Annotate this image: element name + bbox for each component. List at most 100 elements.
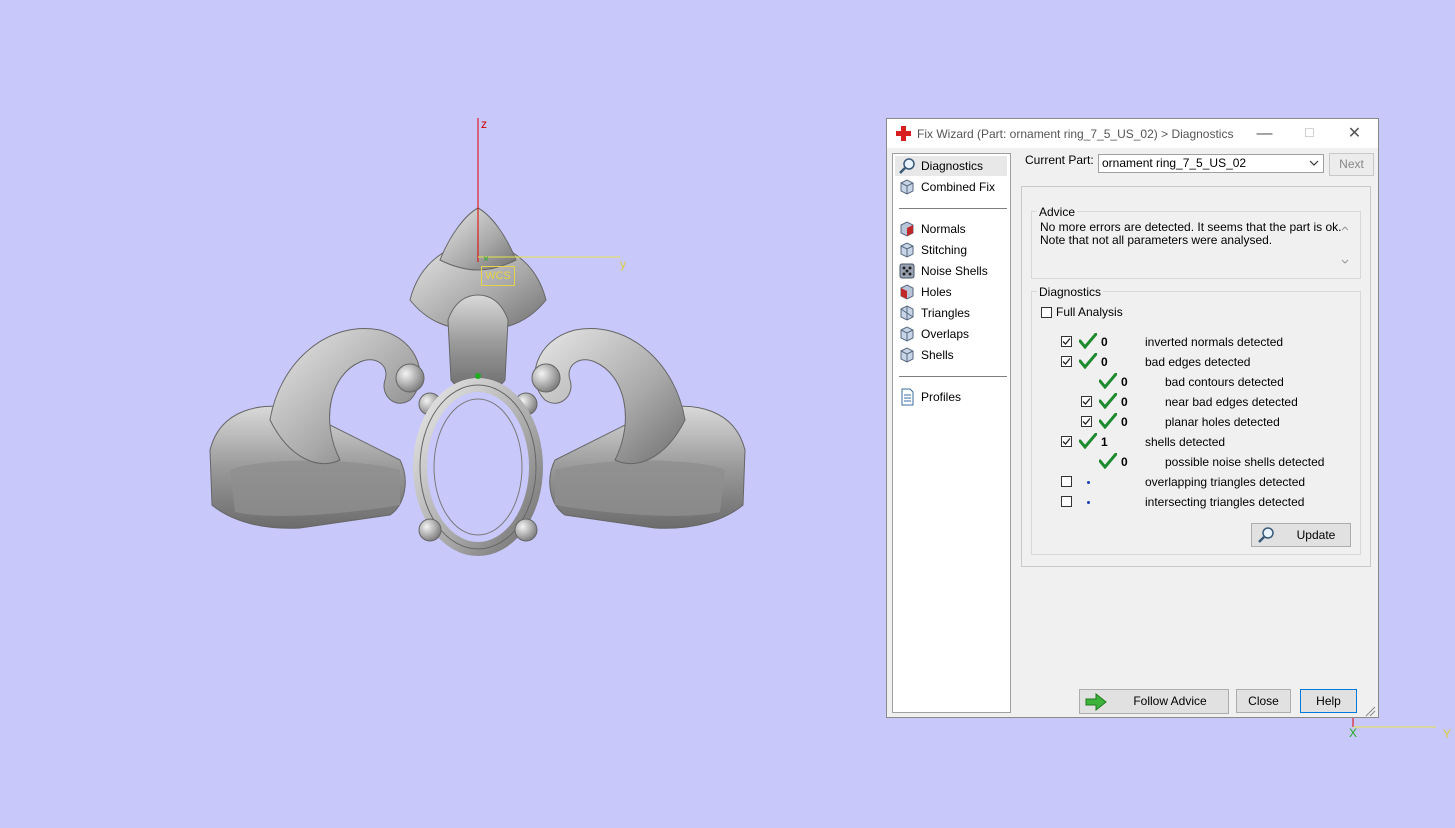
wizard-nav: Diagnostics Combined Fix Normals Stitchi…: [892, 153, 1011, 713]
nav-label: Noise Shells: [921, 264, 988, 278]
ok-check-icon: [1099, 413, 1117, 429]
nav-label: Shells: [921, 348, 954, 362]
wcs-label: WCS: [481, 266, 515, 286]
resize-grip-icon[interactable]: [1364, 705, 1376, 717]
follow-advice-button[interactable]: Follow Advice: [1079, 689, 1229, 714]
nav-separator: [899, 376, 1007, 377]
diagnostic-checkbox[interactable]: [1061, 336, 1072, 347]
full-analysis-checkbox[interactable]: [1041, 307, 1052, 318]
diagnostic-label: intersecting triangles detected: [1145, 495, 1305, 509]
close-window-button[interactable]: ✕: [1332, 119, 1377, 148]
diagnostic-label: overlapping triangles detected: [1145, 475, 1306, 489]
noise-shells-icon: [899, 263, 915, 279]
diagnostics-title: Diagnostics: [1037, 285, 1104, 299]
current-part-select[interactable]: ornament ring_7_5_US_02: [1098, 154, 1324, 173]
diagnostic-checkbox[interactable]: [1081, 396, 1092, 407]
ok-check-icon: [1099, 453, 1117, 469]
advice-title: Advice: [1037, 205, 1078, 219]
corner-y-axis-label: Y: [1443, 727, 1452, 741]
document-icon: [901, 388, 914, 406]
nav-label: Combined Fix: [921, 180, 996, 194]
ok-check-icon: [1099, 393, 1117, 409]
holes-icon: [900, 284, 914, 300]
fix-wizard-dialog: Fix Wizard (Part: ornament ring_7_5_US_0…: [886, 118, 1379, 718]
nav-item-profiles[interactable]: Profiles: [895, 387, 1007, 407]
advice-line-2: Note that not all parameters were analys…: [1040, 233, 1273, 247]
diagnostic-label: shells detected: [1145, 435, 1226, 449]
nav-item-diagnostics[interactable]: Diagnostics: [895, 156, 1007, 176]
update-button[interactable]: Update: [1251, 523, 1351, 547]
diagnostic-checkbox[interactable]: [1061, 496, 1072, 507]
diagnostic-checkbox[interactable]: [1061, 476, 1072, 487]
diagnostic-label: inverted normals detected: [1145, 335, 1284, 349]
diagnostic-count: 0: [1121, 455, 1128, 469]
diagnostic-label: bad edges detected: [1145, 355, 1251, 369]
not-analysed-dot-icon: [1087, 501, 1090, 504]
not-analysed-dot-icon: [1087, 481, 1090, 484]
checkmark-icon: [1062, 358, 1071, 365]
dialog-title: Fix Wizard (Part: ornament ring_7_5_US_0…: [917, 127, 1234, 141]
magnifier-icon: [899, 158, 915, 174]
next-button[interactable]: Next: [1329, 153, 1374, 176]
overlaps-icon: [900, 326, 914, 342]
help-button[interactable]: Help: [1300, 689, 1357, 713]
diagnostic-count: 1: [1101, 435, 1108, 449]
nav-item-noise-shells[interactable]: Noise Shells: [895, 261, 1007, 281]
diagnostic-label: near bad edges detected: [1165, 395, 1298, 409]
nav-label: Profiles: [921, 390, 962, 404]
nav-item-holes[interactable]: Holes: [895, 282, 1007, 302]
close-button[interactable]: Close: [1236, 689, 1291, 713]
combined-fix-icon: [900, 179, 914, 195]
checkmark-icon: [1062, 438, 1071, 445]
nav-item-normals[interactable]: Normals: [895, 219, 1007, 239]
current-part-label: Current Part:: [1025, 153, 1094, 167]
nav-item-combined-fix[interactable]: Combined Fix: [895, 177, 1007, 197]
update-label: Update: [1296, 528, 1336, 542]
checkmark-icon: [1082, 398, 1091, 405]
red-cross-icon: [896, 126, 911, 141]
full-analysis-label: Full Analysis: [1056, 305, 1123, 319]
advice-text: No more errors are detected. It seems th…: [1040, 221, 1358, 271]
ok-check-icon: [1079, 433, 1097, 449]
nav-label: Normals: [921, 222, 966, 236]
nav-label: Diagnostics: [921, 159, 984, 173]
stitching-icon: [900, 242, 914, 258]
diagnostic-count: 0: [1121, 375, 1128, 389]
magnifier-icon: [1258, 527, 1274, 543]
maximize-button[interactable]: ☐: [1287, 119, 1332, 148]
svg-text:×: ×: [483, 254, 489, 265]
z-axis-label: z: [481, 117, 487, 131]
nav-item-stitching[interactable]: Stitching: [895, 240, 1007, 260]
ok-check-icon: [1099, 373, 1117, 389]
ok-check-icon: [1079, 353, 1097, 369]
diagnostic-label: planar holes detected: [1165, 415, 1280, 429]
nav-label: Stitching: [921, 243, 968, 257]
shells-icon: [900, 347, 914, 363]
dialog-titlebar[interactable]: Fix Wizard (Part: ornament ring_7_5_US_0…: [887, 119, 1378, 148]
diagnostic-checkbox[interactable]: [1061, 356, 1072, 367]
y-axis-label: y: [620, 257, 626, 271]
diagnostic-count: 0: [1101, 355, 1108, 369]
diagnostic-label: bad contours detected: [1165, 375, 1284, 389]
diagnostic-count: 0: [1121, 415, 1128, 429]
corner-x-axis-label: X: [1349, 726, 1358, 740]
diagnostic-count: 0: [1121, 395, 1128, 409]
nav-item-shells[interactable]: Shells: [895, 345, 1007, 365]
nav-label: Holes: [921, 285, 952, 299]
triangles-icon: [900, 305, 914, 321]
chevron-down-icon: [1309, 160, 1319, 166]
normals-icon: [900, 221, 914, 237]
diagnostic-label: possible noise shells detected: [1165, 455, 1325, 469]
checkmark-icon: [1082, 418, 1091, 425]
arrow-right-icon: [1085, 693, 1107, 711]
nav-label: Triangles: [921, 306, 970, 320]
minimize-button[interactable]: —: [1242, 119, 1287, 148]
nav-item-triangles[interactable]: Triangles: [895, 303, 1007, 323]
diagnostic-checkbox[interactable]: [1081, 416, 1092, 427]
advice-scrollbar[interactable]: [1339, 223, 1351, 267]
diagnostic-count: 0: [1101, 335, 1108, 349]
current-part-value: ornament ring_7_5_US_02: [1102, 156, 1247, 170]
nav-item-overlaps[interactable]: Overlaps: [895, 324, 1007, 344]
diagnostic-checkbox[interactable]: [1061, 436, 1072, 447]
checkmark-icon: [1062, 338, 1071, 345]
